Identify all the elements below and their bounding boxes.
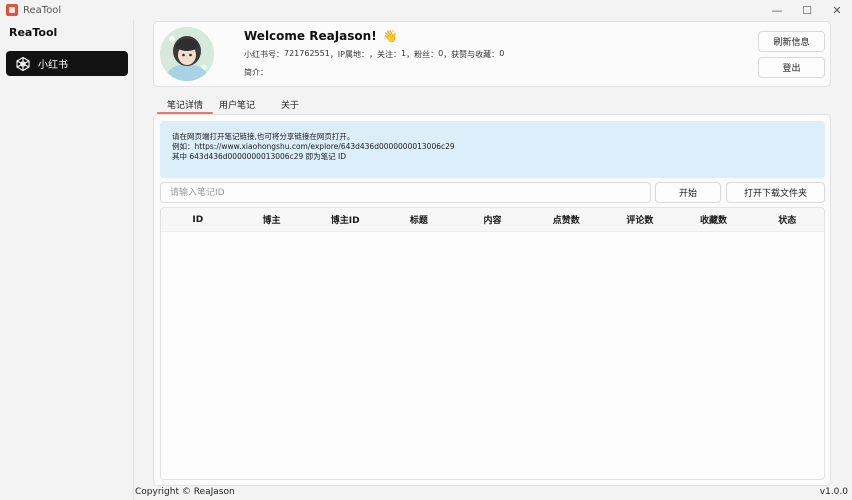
minimize-button[interactable]: — bbox=[762, 0, 792, 20]
tab-label: 关于 bbox=[281, 100, 300, 111]
sidebar-item-label: 小红书 bbox=[38, 60, 68, 71]
app-window: ReaTool — ☐ ✕ ReaTool 小红书 Welcome ReaJas… bbox=[0, 0, 852, 500]
profile-stats: 小红书号： 721762551 ，IP属地： ，关注： 1 ，粉丝： 0 ，获赞… bbox=[244, 49, 504, 60]
tab-note-details[interactable]: 笔记详情 bbox=[157, 94, 214, 114]
copyright-text: Copyright © ReaJason bbox=[135, 487, 235, 497]
welcome-text: Welcome ReaJason! bbox=[244, 29, 377, 43]
tab-label: 笔记详情 bbox=[167, 100, 204, 111]
tab-about[interactable]: 关于 bbox=[281, 94, 299, 114]
column-header-favorites[interactable]: 收藏数 bbox=[677, 213, 751, 226]
instruction-line-3: 其中 643d436d0000000013006c29 即为笔记 ID bbox=[172, 152, 346, 161]
welcome-heading: Welcome ReaJason! 👋 bbox=[244, 29, 398, 43]
sidebar: ReaTool 小红书 bbox=[0, 20, 134, 500]
column-header-content[interactable]: 内容 bbox=[456, 213, 530, 226]
profile-card: Welcome ReaJason! 👋 小红书号： 721762551 ，IP属… bbox=[153, 21, 831, 87]
tab-label: 用户笔记 bbox=[219, 100, 256, 111]
fans-label: ，粉丝： bbox=[406, 50, 439, 59]
wave-emoji-icon: 👋 bbox=[382, 29, 398, 43]
id-label: 小红书号： bbox=[244, 50, 284, 59]
instruction-line-2: 例如：https://www.xiaohongshu.com/explore/6… bbox=[172, 142, 455, 151]
refresh-info-button[interactable]: 刷新信息 bbox=[758, 31, 825, 52]
column-header-comments[interactable]: 评论数 bbox=[603, 213, 677, 226]
instruction-line-1: 请在网页端打开笔记链接,也可将分享链接在网页打开。 bbox=[172, 132, 355, 141]
avatar bbox=[160, 27, 214, 81]
follow-label: ，关注： bbox=[369, 50, 401, 59]
column-header-status[interactable]: 状态 bbox=[750, 213, 824, 226]
open-download-folder-button[interactable]: 打开下载文件夹 bbox=[726, 182, 825, 203]
id-value: 721762551 bbox=[284, 49, 330, 58]
ip-label: ，IP属地： bbox=[329, 50, 369, 59]
column-header-author-id[interactable]: 博主ID bbox=[308, 213, 382, 226]
start-button[interactable]: 开始 bbox=[655, 182, 721, 203]
tab-bar: 笔记详情 用户笔记 关于 bbox=[153, 94, 299, 114]
version-label: v1.0.0 bbox=[819, 487, 848, 497]
likes-value: 0 bbox=[499, 49, 505, 58]
xiaohongshu-icon bbox=[14, 55, 32, 73]
maximize-button[interactable]: ☐ bbox=[792, 0, 822, 20]
table-header: ID 博主 博主ID 标题 内容 点赞数 评论数 收藏数 状态 bbox=[161, 208, 824, 232]
likes-label: ，获赞与收藏： bbox=[443, 50, 500, 59]
close-button[interactable]: ✕ bbox=[822, 0, 852, 20]
profile-bio: 简介： bbox=[244, 67, 268, 78]
sidebar-item-xiaohongshu[interactable]: 小红书 bbox=[6, 51, 128, 76]
column-header-author[interactable]: 博主 bbox=[235, 213, 309, 226]
column-header-likes[interactable]: 点赞数 bbox=[529, 213, 603, 226]
title-bar: ReaTool — ☐ ✕ bbox=[0, 0, 852, 20]
sidebar-title: ReaTool bbox=[9, 26, 58, 39]
window-title: ReaTool bbox=[23, 4, 62, 16]
column-header-id[interactable]: ID bbox=[161, 215, 235, 225]
window-controls: — ☐ ✕ bbox=[762, 0, 852, 20]
bio-label: 简介： bbox=[244, 68, 268, 77]
note-details-panel: 请在网页端打开笔记链接,也可将分享链接在网页打开。 例如：https://www… bbox=[153, 114, 831, 486]
column-header-title[interactable]: 标题 bbox=[382, 213, 456, 226]
notes-table: ID 博主 博主ID 标题 内容 点赞数 评论数 收藏数 状态 bbox=[160, 207, 825, 480]
app-logo-icon bbox=[6, 4, 18, 16]
logout-button[interactable]: 登出 bbox=[758, 57, 825, 78]
tab-user-notes[interactable]: 用户笔记 bbox=[219, 94, 255, 114]
instructions-box: 请在网页端打开笔记链接,也可将分享链接在网页打开。 例如：https://www… bbox=[160, 121, 825, 178]
note-id-input[interactable] bbox=[160, 182, 651, 203]
